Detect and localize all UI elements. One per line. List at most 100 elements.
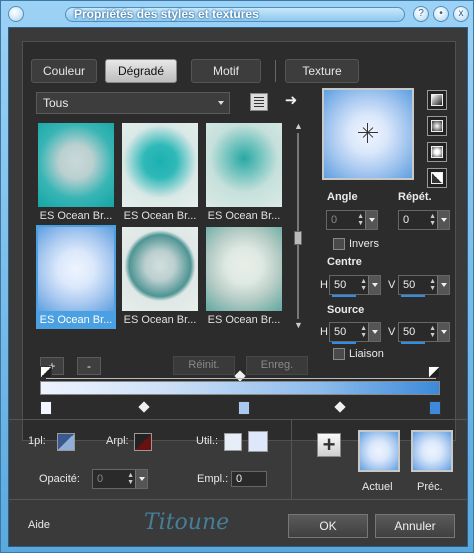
stop-marker-middle[interactable] xyxy=(238,401,250,415)
spinner-icon[interactable]: ▲ ▼ xyxy=(429,278,436,292)
chevron-down-icon[interactable]: ▼ xyxy=(294,321,303,330)
gradient-preview[interactable] xyxy=(322,88,414,180)
gradient-name: ES Ocean Br... xyxy=(207,314,281,326)
user-swatch-1[interactable] xyxy=(224,433,242,451)
tab-texture[interactable]: Texture xyxy=(285,59,359,83)
gradient-thumb[interactable]: ES Ocean Br... xyxy=(204,225,284,329)
center-v-slider[interactable] xyxy=(401,295,425,297)
source-h-value: 50 xyxy=(334,326,347,338)
close-icon[interactable]: x xyxy=(453,6,469,22)
app-icon xyxy=(8,6,24,22)
gradient-thumb[interactable]: ES Ocean Br... xyxy=(36,121,116,225)
sunburst-style-icon[interactable] xyxy=(427,142,447,162)
spinner-icon[interactable]: ▲ ▼ xyxy=(429,325,436,339)
source-h-field[interactable]: 50 ▲ ▼ xyxy=(329,322,381,344)
scroll-track[interactable] xyxy=(297,133,299,319)
cancel-button[interactable]: Annuler xyxy=(375,514,455,538)
repeat-value: 0 xyxy=(403,214,410,226)
source-v-slider[interactable] xyxy=(401,342,425,344)
category-select[interactable]: Tous xyxy=(36,92,230,114)
background-swatch[interactable] xyxy=(134,433,152,451)
chevron-down-icon xyxy=(218,101,224,105)
library-icon[interactable] xyxy=(250,93,268,111)
link-label: Liaison xyxy=(349,348,384,360)
spinner-icon[interactable]: ▲ ▼ xyxy=(360,325,367,339)
source-v-value: 50 xyxy=(403,326,416,338)
source-h-slider[interactable] xyxy=(332,342,356,344)
dropdown-icon[interactable] xyxy=(437,211,449,229)
gradient-thumb[interactable]: ES Ocean Br... xyxy=(204,121,284,225)
gradient-name: ES Ocean Br... xyxy=(123,314,197,326)
reset-button[interactable]: Réinit. xyxy=(173,356,235,375)
dropdown-icon[interactable] xyxy=(365,211,377,229)
radial-style-icon[interactable] xyxy=(427,168,447,188)
divider-vertical xyxy=(291,419,292,499)
dropdown-icon[interactable] xyxy=(135,470,147,488)
tab-degrade[interactable]: Dégradé xyxy=(105,59,177,83)
pin-icon[interactable]: • xyxy=(433,6,449,22)
opacity-value: 0 xyxy=(97,473,104,485)
rectangular-style-icon[interactable] xyxy=(427,116,447,136)
dropdown-icon[interactable] xyxy=(437,323,449,341)
center-h-slider[interactable] xyxy=(332,295,356,297)
link-checkbox[interactable] xyxy=(333,348,345,360)
spinner-icon[interactable]: ▲ ▼ xyxy=(429,213,436,227)
previous-label: Préc. xyxy=(417,481,443,493)
gradient-name: ES Ocean Br... xyxy=(36,313,116,327)
dialog-window: Propriétés des styles et textures ? • x … xyxy=(0,0,474,553)
gradient-thumb[interactable]: ES Ocean Br... xyxy=(120,225,200,329)
center-v-field[interactable]: 50 ▲ ▼ xyxy=(398,275,450,297)
gradient-bar[interactable] xyxy=(40,381,440,395)
repeat-field[interactable]: 0 ▲ ▼ xyxy=(398,210,450,230)
gradient-preview-image xyxy=(38,123,114,207)
remove-stop-button[interactable]: - xyxy=(77,357,101,375)
gradient-thumb[interactable]: ES Ocean Br... xyxy=(120,121,200,225)
location-field[interactable]: 0 xyxy=(231,471,267,487)
opacity-field[interactable]: 0 ▲ ▼ xyxy=(92,469,148,489)
linear-style-icon[interactable] xyxy=(427,90,447,110)
spinner-icon[interactable]: ▲ ▼ xyxy=(357,213,364,227)
current-preview[interactable] xyxy=(358,430,400,472)
source-v-field[interactable]: 50 ▲ ▼ xyxy=(398,322,450,344)
spinner-icon[interactable]: ▲ ▼ xyxy=(360,278,367,292)
tab-couleur[interactable]: Couleur xyxy=(31,59,97,83)
gradient-guide-line xyxy=(46,378,436,379)
stop-marker-left[interactable] xyxy=(40,401,52,415)
dropdown-icon[interactable] xyxy=(368,323,380,341)
gradient-preview-image xyxy=(122,123,198,207)
gallery-scrollbar[interactable]: ▲ ▼ xyxy=(292,121,304,331)
foreground-swatch[interactable] xyxy=(57,433,75,451)
stop-marker-top-left[interactable] xyxy=(40,366,52,378)
add-to-swatches-button[interactable]: + xyxy=(317,433,341,457)
spinner-icon[interactable]: ▲ ▼ xyxy=(127,472,134,486)
angle-label: Angle xyxy=(327,191,358,203)
category-select-value: Tous xyxy=(43,96,69,110)
source-h-label: H xyxy=(320,326,328,338)
gradient-thumb-selected[interactable]: ES Ocean Br... xyxy=(36,225,116,329)
stop-marker-right[interactable] xyxy=(429,401,441,415)
center-label: Centre xyxy=(327,256,362,268)
location-label: Empl.: xyxy=(197,473,229,485)
previous-preview[interactable] xyxy=(411,430,453,472)
chevron-up-icon[interactable]: ▲ xyxy=(294,122,303,131)
center-h-field[interactable]: 50 ▲ ▼ xyxy=(329,275,381,297)
source-label: Source xyxy=(327,304,365,316)
dropdown-icon[interactable] xyxy=(437,276,449,294)
angle-field[interactable]: 0 ▲ ▼ xyxy=(326,210,378,230)
tab-motif[interactable]: Motif xyxy=(191,59,261,83)
scroll-thumb[interactable] xyxy=(294,231,302,245)
save-button[interactable]: Enreg. xyxy=(246,356,308,375)
title-bar[interactable]: Propriétés des styles et textures ? • x xyxy=(1,1,473,27)
help-icon[interactable]: ? xyxy=(413,6,429,22)
gradient-name: ES Ocean Br... xyxy=(123,210,197,222)
arrow-right-icon[interactable]: ➜ xyxy=(282,91,300,109)
invert-checkbox[interactable] xyxy=(333,238,345,250)
divider xyxy=(9,419,467,420)
window-title: Propriétés des styles et textures xyxy=(65,7,405,22)
stop-marker-top-right[interactable] xyxy=(428,366,440,378)
user-swatch-2[interactable] xyxy=(248,431,268,452)
help-button[interactable]: Aide xyxy=(28,519,50,531)
ok-button[interactable]: OK xyxy=(288,514,368,538)
dropdown-icon[interactable] xyxy=(368,276,380,294)
help-glyph: ? xyxy=(418,8,424,19)
